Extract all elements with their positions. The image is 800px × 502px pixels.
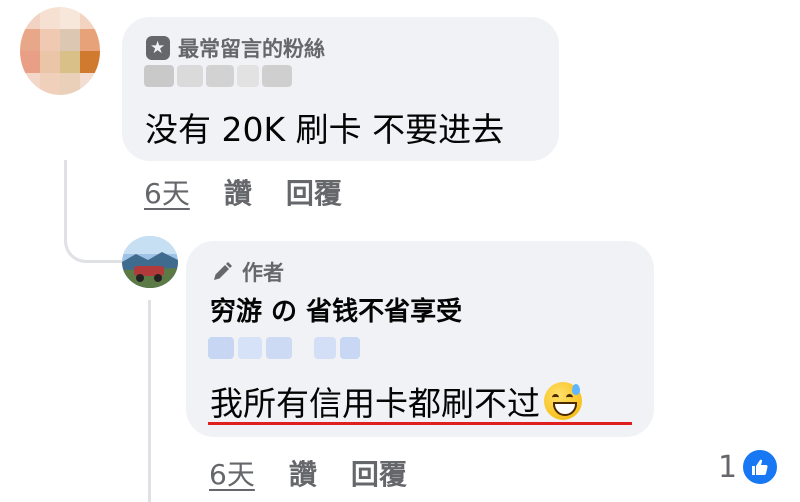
reply-button[interactable]: 回覆 [351, 453, 407, 493]
reply-bubble: 作者 穷游 の 省钱不省享受 我所有信用卡都刷不过 [186, 241, 654, 437]
comment-text: 没有 20K 刷卡 不要进去 [145, 110, 505, 149]
commenter-name-blurred[interactable] [144, 65, 292, 87]
thread-connector [64, 160, 127, 263]
top-fan-label: 最常留言的粉絲 [178, 37, 325, 61]
thread-line [148, 300, 151, 502]
comment-actions: 6天 讚 回覆 [144, 172, 342, 212]
author-avatar[interactable] [122, 236, 178, 288]
author-name[interactable]: 穷游 の 省钱不省享受 [210, 291, 462, 328]
highlight-underline [208, 422, 632, 425]
author-subline-blurred [208, 337, 360, 359]
reply-text: 我所有信用卡都刷不过 [210, 384, 540, 423]
reply-button[interactable]: 回覆 [286, 172, 342, 212]
pencil-icon [214, 262, 232, 280]
thumbs-up-icon [741, 448, 780, 486]
like-button[interactable]: 讚 [289, 453, 317, 493]
reply-actions: 6天 讚 回覆 [209, 453, 407, 493]
commenter-avatar[interactable] [20, 7, 100, 95]
timestamp-link[interactable]: 6天 [209, 453, 255, 493]
like-button[interactable]: 讚 [224, 172, 252, 212]
grinning-sweat-emoji [544, 382, 582, 420]
author-badge: 作者 [210, 257, 284, 287]
star-speech-bubble-icon [146, 36, 170, 60]
reaction-count: 1 [718, 449, 738, 485]
reaction-summary[interactable]: 1 [718, 448, 780, 486]
reply-text-row: 我所有信用卡都刷不过 [210, 377, 582, 425]
top-fan-badge: 最常留言的粉絲 [146, 33, 325, 63]
timestamp-link[interactable]: 6天 [144, 172, 190, 212]
author-badge-label: 作者 [242, 261, 284, 285]
comment-bubble: 最常留言的粉絲 没有 20K 刷卡 不要进去 [122, 17, 559, 161]
